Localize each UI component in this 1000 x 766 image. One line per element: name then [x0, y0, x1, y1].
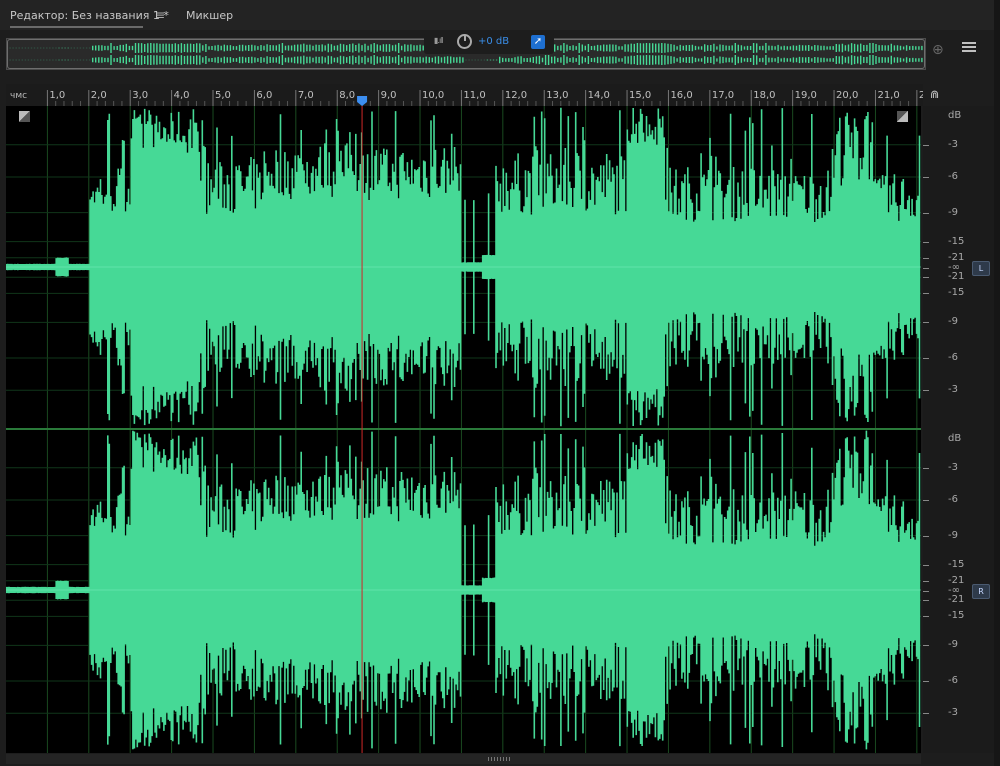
ruler-tick-label: 12,0	[505, 90, 527, 101]
db-scale-tick	[923, 390, 929, 392]
ruler-unit-label: чмс	[10, 91, 27, 101]
ruler-tick-label: 4,0	[174, 90, 190, 101]
time-ruler[interactable]: чмс 1,0 2,0 3,0 4,0 5,0 6,0 7,0 8,0 9,0 10,0 11,0 12…	[6, 84, 923, 106]
playhead-marker[interactable]	[357, 96, 368, 106]
db-scale-label: -15	[948, 610, 965, 622]
db-scale-tick	[923, 600, 929, 602]
active-tab-underline	[10, 26, 143, 28]
ruler-tick-label: 9,0	[381, 90, 397, 101]
ruler-tick-label: 21,0	[877, 90, 899, 101]
ruler-tick-label: 17,0	[712, 90, 734, 101]
db-scale-tick	[923, 680, 929, 682]
fade-in-handle[interactable]	[19, 111, 30, 122]
db-scale-label: -15	[948, 558, 965, 570]
db-scale-label: -6	[948, 674, 958, 686]
ruler-tick-label: 7,0	[298, 90, 314, 101]
hamburger-icon[interactable]: ≡	[155, 8, 165, 22]
db-scale-tick	[923, 267, 929, 269]
db-scale-label: -15	[948, 235, 965, 247]
db-scale-label: -9	[948, 639, 958, 651]
db-scale-tick	[923, 645, 929, 647]
db-scale-tick	[923, 357, 929, 359]
db-scale-tick	[923, 212, 929, 214]
channel-badge-right[interactable]: R	[972, 583, 990, 599]
db-unit-label: dB	[948, 110, 962, 121]
waveform-display[interactable]	[6, 106, 921, 753]
level-meter-icon: ▮.ıll	[434, 36, 444, 45]
ruler-tick-label: 22	[919, 90, 923, 101]
db-scale-tick	[923, 500, 929, 502]
ruler-tick-label: 11,0	[463, 90, 485, 101]
db-scale-label: -9	[948, 316, 958, 328]
db-scale-tick	[923, 467, 929, 469]
tab-editor[interactable]: Редактор: Без названия 1 *	[10, 9, 169, 22]
db-scale-tick	[923, 616, 929, 618]
amplitude-ruler: dB -3 -6 -9 -15 -21 -∞ -21 -15 -9 -6 -3 LdB -3 -6 -9 -15…	[923, 106, 994, 753]
ruler-tick-label: 1,0	[49, 90, 65, 101]
list-icon[interactable]	[962, 42, 976, 56]
ruler-tick-label: 10,0	[422, 90, 444, 101]
ruler-tick-label: 19,0	[795, 90, 817, 101]
ruler-tick-label: 16,0	[670, 90, 692, 101]
ruler-tick-label: 14,0	[588, 90, 610, 101]
panel-edge	[994, 0, 1000, 766]
db-unit-label: dB	[948, 433, 962, 444]
fade-out-handle[interactable]	[897, 111, 908, 122]
db-scale-tick	[923, 257, 929, 259]
pin-icon[interactable]: ➚	[531, 35, 545, 49]
db-scale-label: -3	[948, 707, 958, 719]
tab-bar: Редактор: Без названия 1 * ≡ Микшер	[0, 0, 1000, 30]
ruler-tick-label: 13,0	[546, 90, 568, 101]
db-scale-label: -3	[948, 384, 958, 396]
db-scale-label: -3	[948, 138, 958, 150]
db-scale-tick	[923, 277, 929, 279]
ruler-tick-label: 18,0	[753, 90, 775, 101]
db-scale-tick	[923, 590, 929, 592]
volume-knob-icon[interactable]	[457, 34, 472, 49]
db-scale-tick	[923, 322, 929, 324]
db-scale-label: -3	[948, 461, 958, 473]
db-scale-tick	[923, 293, 929, 295]
scrollbar-grip-icon[interactable]	[488, 757, 510, 761]
zoom-icon[interactable]: ⊕	[932, 42, 950, 60]
horizontal-scrollbar[interactable]	[6, 754, 921, 764]
ruler-tick-label: 3,0	[132, 90, 148, 101]
db-scale-label: -6	[948, 171, 958, 183]
ruler-tick-label: 20,0	[836, 90, 858, 101]
db-scale-tick	[923, 535, 929, 537]
db-scale-tick	[923, 177, 929, 179]
tab-mixer[interactable]: Микшер	[186, 9, 233, 22]
db-scale-tick	[923, 580, 929, 582]
ruler-tick-label: 2,0	[91, 90, 107, 101]
channel-badge-left[interactable]: L	[972, 260, 990, 276]
db-scale-label: -6	[948, 351, 958, 363]
ruler-tick-label: 8,0	[339, 90, 355, 101]
db-scale-label: -6	[948, 494, 958, 506]
db-scale-tick	[923, 713, 929, 715]
gain-readout[interactable]: +0 dB	[478, 36, 509, 47]
db-scale-label: -15	[948, 287, 965, 299]
db-scale-tick	[923, 241, 929, 243]
db-scale-label: -9	[948, 529, 958, 541]
snap-icon[interactable]: ⋒	[930, 88, 944, 101]
ruler-tick-label: 6,0	[256, 90, 272, 101]
ruler-tick-label: 15,0	[629, 90, 651, 101]
ruler-tick-label: 5,0	[215, 90, 231, 101]
db-scale-tick	[923, 564, 929, 566]
db-scale-label: -9	[948, 206, 958, 218]
db-scale-tick	[923, 144, 929, 146]
